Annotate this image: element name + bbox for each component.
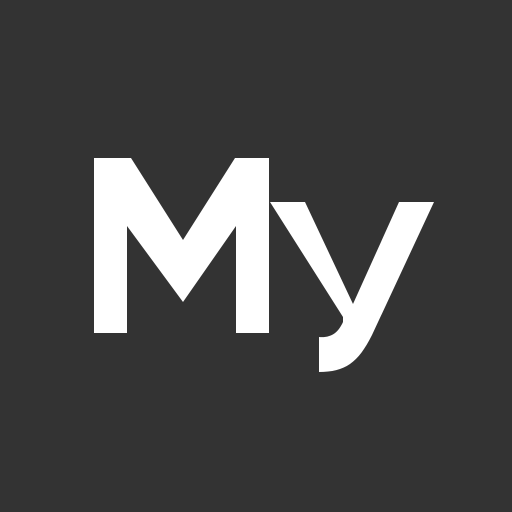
app-icon — [0, 0, 512, 512]
logo-letter-m — [94, 158, 269, 333]
logo-wordmark — [94, 158, 434, 372]
logo-letter-y — [270, 202, 434, 372]
